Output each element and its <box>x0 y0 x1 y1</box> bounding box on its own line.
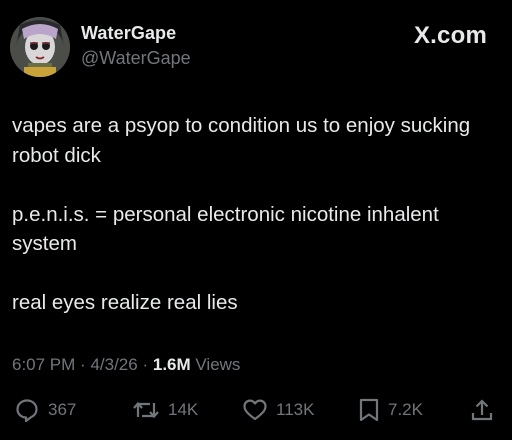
share-icon <box>470 397 494 423</box>
user-handle[interactable]: @WaterGape <box>81 48 191 69</box>
tweet-paragraph: p.e.n.i.s. = personal electronic nicotin… <box>12 202 439 256</box>
reply-button[interactable]: 367 <box>14 396 76 424</box>
repost-button[interactable]: 14K <box>132 396 198 424</box>
tweet-card: WaterGape @WaterGape X.com vapes are a p… <box>0 0 512 440</box>
meta-separator: · <box>80 355 86 374</box>
tweet-paragraph: vapes are a psyop to condition us to enj… <box>12 114 471 167</box>
bookmark-count: 7.2K <box>388 400 423 419</box>
post-time[interactable]: 6:07 PM <box>12 355 75 374</box>
tweet-paragraph: real eyes realize real lies <box>12 291 238 314</box>
reply-count: 367 <box>48 400 77 419</box>
like-icon <box>242 397 268 423</box>
bookmark-button[interactable]: 7.2K <box>358 396 423 424</box>
reply-icon <box>14 397 40 423</box>
display-name[interactable]: WaterGape <box>81 23 176 44</box>
meta-separator: · <box>142 355 149 374</box>
bookmark-icon <box>358 397 380 423</box>
brand-logo: X.com <box>413 22 487 49</box>
post-date[interactable]: 4/3/26 <box>90 355 137 374</box>
repost-icon <box>132 397 160 423</box>
like-count: 113K <box>276 400 315 419</box>
avatar[interactable] <box>10 17 70 77</box>
tweet-meta: 6:07 PM · 4/3/26 · 1.6M Views <box>12 355 240 375</box>
action-bar: 367 14K 113K 7.2K <box>0 396 512 424</box>
views-count[interactable]: 1.6M <box>153 355 191 374</box>
tweet-text: vapes are a psyop to condition us to enj… <box>12 111 500 318</box>
views-label: Views <box>195 355 241 374</box>
repost-count: 14K <box>168 400 199 419</box>
share-button[interactable] <box>470 396 494 424</box>
avatar-image <box>10 17 70 77</box>
like-button[interactable]: 113K <box>242 396 314 424</box>
